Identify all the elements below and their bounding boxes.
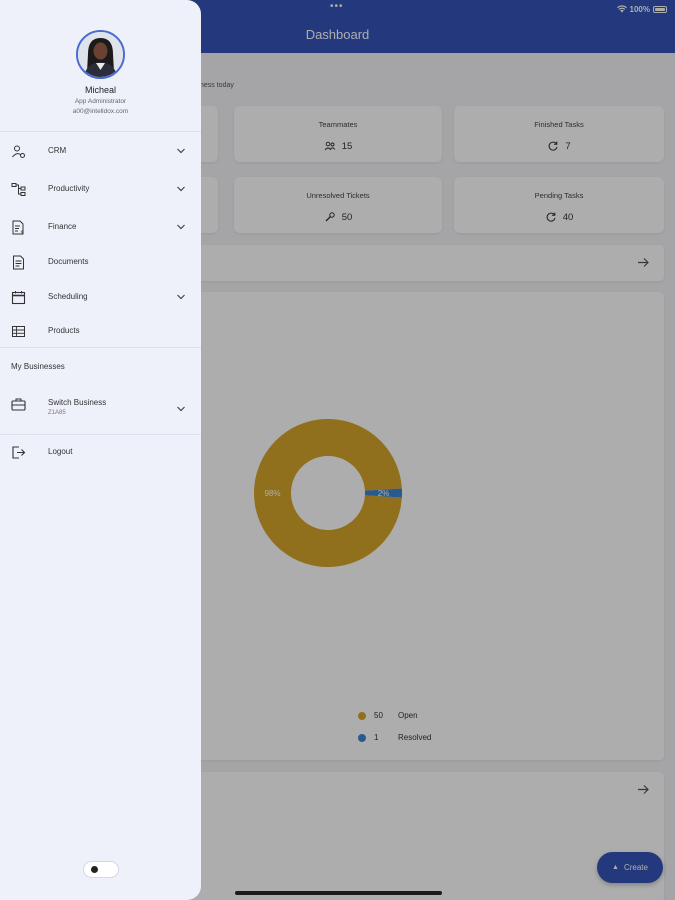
menu-label: Productivity	[48, 184, 90, 193]
menu-label: CRM	[48, 146, 67, 155]
my-businesses-heading: My Businesses	[11, 362, 65, 371]
menu-label: Finance	[48, 222, 77, 231]
chevron-down-icon	[177, 294, 185, 300]
document-icon	[13, 255, 24, 270]
current-business-code: Z1A85	[48, 410, 66, 416]
menu-label: Documents	[48, 257, 89, 266]
menu-item-crm[interactable]: CRM	[0, 136, 201, 166]
menu-item-finance[interactable]: $ Finance	[0, 212, 201, 242]
chevron-down-icon	[177, 406, 185, 412]
switch-business-item[interactable]: Switch Business Z1A85	[0, 389, 201, 427]
logout-icon	[12, 446, 26, 459]
chevron-down-icon	[177, 148, 185, 154]
home-indicator[interactable]	[235, 891, 442, 895]
calendar-icon	[11, 291, 26, 305]
table-icon	[12, 326, 25, 337]
navigation-drawer: Micheal App Administrator a00@intelldox.…	[0, 0, 201, 900]
switch-business-label: Switch Business	[48, 398, 107, 407]
logout-label: Logout	[48, 447, 73, 456]
divider	[0, 434, 201, 435]
chevron-down-icon	[177, 224, 185, 230]
user-role: App Administrator	[74, 98, 127, 105]
svg-text:$: $	[21, 230, 24, 235]
menu-label: Scheduling	[48, 292, 88, 301]
logout-button[interactable]: Logout	[0, 437, 201, 467]
divider	[0, 347, 201, 348]
user-email: a00@intelldox.com	[72, 108, 129, 115]
chevron-down-icon	[177, 186, 185, 192]
finance-icon: $	[12, 220, 24, 235]
toggle-knob	[91, 866, 98, 873]
briefcase-icon	[11, 398, 26, 411]
productivity-icon	[11, 183, 26, 196]
avatar[interactable]	[76, 30, 125, 79]
menu-item-products[interactable]: Products	[0, 316, 201, 346]
menu-label: Products	[48, 326, 80, 335]
theme-toggle[interactable]	[83, 861, 119, 878]
user-name: Micheal	[84, 85, 116, 95]
menu-item-scheduling[interactable]: Scheduling	[0, 282, 201, 312]
menu-item-productivity[interactable]: Productivity	[0, 174, 201, 204]
menu-item-documents[interactable]: Documents	[0, 247, 201, 277]
crm-icon	[12, 145, 25, 158]
divider	[0, 131, 201, 132]
